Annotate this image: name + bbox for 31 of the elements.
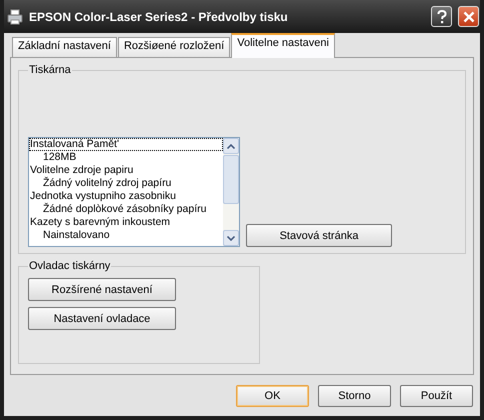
tab[interactable]: Volitelne nastaveni	[231, 33, 335, 58]
list-item[interactable]: Nainstalovano	[29, 229, 223, 242]
driver-button[interactable]: Rozšírené nastavení	[28, 278, 176, 301]
list-item[interactable]: Instalovaná Pamět'	[29, 138, 223, 151]
list-item[interactable]: Žádné doplòkové zásobníky papíru	[29, 203, 223, 216]
printer-icon	[7, 8, 23, 24]
group-title: Ovladac tiskárny	[28, 260, 112, 272]
scrollbar[interactable]	[223, 138, 239, 246]
question-mark-icon	[436, 10, 446, 24]
tab[interactable]: Základní nastavení	[12, 37, 117, 57]
window-title: EPSON Color-Laser Series2 - Předvolby tisku	[29, 10, 289, 24]
status-page-button[interactable]: Stavová stránka	[246, 224, 392, 247]
close-icon	[462, 10, 474, 22]
dialog-button[interactable]: Storno	[318, 385, 391, 407]
scroll-up-button[interactable]	[223, 138, 239, 154]
tab[interactable]: Rozšiøené rozložení	[118, 37, 230, 57]
dialog-button[interactable]: Použít	[400, 385, 473, 407]
list-item[interactable]: Volitelne zdroje papiru	[29, 164, 223, 177]
dialog-button[interactable]: OK	[236, 385, 309, 407]
driver-button[interactable]: Nastavení ovladace	[28, 307, 176, 330]
list-item[interactable]: 128MB	[29, 151, 223, 164]
list-item[interactable]: Žádný volitelný zdroj papíru	[29, 177, 223, 190]
chevron-down-icon	[227, 236, 235, 240]
help-button[interactable]	[431, 6, 452, 27]
group-title: Tiskárna	[28, 64, 72, 76]
scroll-down-button[interactable]	[223, 230, 239, 246]
list-item[interactable]: Jednotka vystupniho zasobniku	[29, 190, 223, 203]
list-item[interactable]: Kazety s barevným inkoustem	[29, 216, 223, 229]
scroll-thumb[interactable]	[223, 155, 239, 204]
close-button[interactable]	[458, 6, 479, 27]
chevron-up-icon	[227, 144, 235, 148]
